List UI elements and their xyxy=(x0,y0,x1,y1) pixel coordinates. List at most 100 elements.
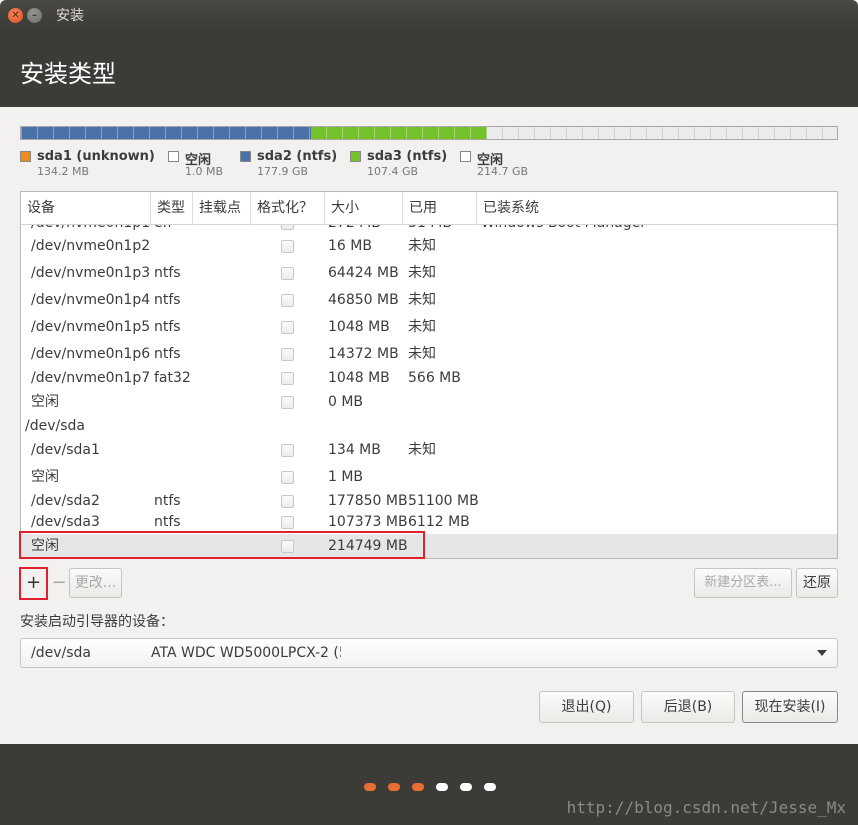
format-checkbox[interactable] xyxy=(281,495,294,508)
boot-device-value: /dev/sda xyxy=(31,645,91,661)
remove-partition-button[interactable]: − xyxy=(49,568,69,598)
cell-device: /dev/sda3 xyxy=(31,514,100,530)
column-header-used[interactable]: 已用 xyxy=(403,192,477,225)
table-row[interactable]: /dev/nvme0n1p3 ntfs 64424 MB 未知 xyxy=(21,261,837,285)
cell-size: 107373 MB xyxy=(328,514,408,530)
boot-device-select[interactable]: /dev/sda ATA WDC WD5000LPCX-2 (5( xyxy=(20,638,838,668)
cell-size: 1 MB xyxy=(328,469,364,485)
annotation-highlight-add-button xyxy=(19,567,48,600)
legend-swatch xyxy=(460,151,471,162)
cell-device: /dev/nvme0n1p4 xyxy=(31,292,151,308)
minimize-icon[interactable]: – xyxy=(27,7,42,23)
table-row[interactable]: /dev/nvme0n1p2 16 MB 未知 xyxy=(21,234,837,258)
close-icon[interactable]: ✕ xyxy=(8,7,23,23)
legend-swatch xyxy=(240,151,251,162)
change-partition-button[interactable]: 更改... xyxy=(69,568,122,598)
format-checkbox[interactable] xyxy=(281,516,294,529)
cell-used: 未知 xyxy=(408,442,436,458)
format-checkbox[interactable] xyxy=(281,471,294,484)
table-row[interactable]: /dev/nvme0n1p4 ntfs 46850 MB 未知 xyxy=(21,288,837,312)
table-body: /dev/nvme0n1p1 efi 272 MB 31 MB Windows … xyxy=(21,192,837,558)
format-checkbox[interactable] xyxy=(281,444,294,457)
progress-dot xyxy=(412,783,424,791)
table-header: 设备 类型 挂载点 格式化？ 大小 已用 已装系统 xyxy=(21,192,837,225)
cell-size: 1048 MB xyxy=(328,319,390,335)
cell-size: 64424 MB xyxy=(328,265,399,281)
new-partition-table-button[interactable]: 新建分区表... xyxy=(694,568,792,598)
window-title: 安装 xyxy=(56,8,84,24)
cell-size: 134 MB xyxy=(328,442,381,458)
table-row[interactable]: /dev/nvme0n1p6 ntfs 14372 MB 未知 xyxy=(21,342,837,366)
quit-button[interactable]: 退出(Q) xyxy=(539,691,634,723)
progress-dot xyxy=(364,783,376,791)
format-checkbox[interactable] xyxy=(281,372,294,385)
legend-size: 177.9 GB xyxy=(257,165,309,178)
format-checkbox[interactable] xyxy=(281,240,294,253)
column-header-device[interactable]: 设备 xyxy=(21,192,151,225)
cell-size: 214749 MB xyxy=(328,538,408,554)
cell-used: 566 MB xyxy=(408,370,461,386)
cell-device: /dev/sda1 xyxy=(31,442,100,458)
legend-size: 1.0 MB xyxy=(185,165,224,178)
cell-device: /dev/nvme0n1p2 xyxy=(31,238,151,254)
cell-type: ntfs xyxy=(154,514,181,530)
table-row[interactable]: 空闲 0 MB xyxy=(21,390,837,414)
partition-table[interactable]: 设备 类型 挂载点 格式化？ 大小 已用 已装系统 /dev/nvme0n1p1… xyxy=(20,191,838,559)
format-checkbox[interactable] xyxy=(281,321,294,334)
cell-device: /dev/nvme0n1p6 xyxy=(31,346,151,362)
boot-device-label: 安装启动引导器的设备： xyxy=(20,614,174,630)
partition-segment-sda2 xyxy=(22,127,312,139)
cell-device: /dev/nvme0n1p3 xyxy=(31,265,151,281)
column-header-system[interactable]: 已装系统 xyxy=(477,192,837,225)
cell-device: 空闲 xyxy=(31,394,59,410)
table-row[interactable]: /dev/sda3 ntfs 107373 MB 6112 MB xyxy=(21,510,837,534)
table-row[interactable]: 空闲 1 MB xyxy=(21,465,837,489)
cell-type: fat32 xyxy=(154,370,191,386)
progress-dot xyxy=(460,783,472,791)
column-header-mount[interactable]: 挂载点 xyxy=(193,192,251,225)
cell-size: 0 MB xyxy=(328,394,364,410)
legend-size: 214.7 GB xyxy=(477,165,529,178)
column-header-size[interactable]: 大小 xyxy=(325,192,403,225)
cell-device: /dev/nvme0n1p5 xyxy=(31,319,151,335)
table-row-selected[interactable]: 空闲 214749 MB xyxy=(21,534,837,558)
cell-used: 未知 xyxy=(408,292,436,308)
format-checkbox[interactable] xyxy=(281,348,294,361)
boot-device-model: ATA WDC WD5000LPCX-2 (5( xyxy=(151,645,341,661)
install-now-button[interactable]: 现在安装(I) xyxy=(742,691,838,723)
format-checkbox[interactable] xyxy=(281,540,294,553)
cell-size: 46850 MB xyxy=(328,292,399,308)
legend-swatch xyxy=(168,151,179,162)
table-row[interactable]: /dev/nvme0n1p5 ntfs 1048 MB 未知 xyxy=(21,315,837,339)
partition-bar xyxy=(20,126,838,140)
back-button[interactable]: 后退(B) xyxy=(641,691,735,723)
title-bar: ✕ – 安装 xyxy=(0,0,858,30)
cell-used: 未知 xyxy=(408,265,436,281)
cell-type: ntfs xyxy=(154,292,181,308)
cell-device: /dev/nvme0n1p7 xyxy=(31,370,151,386)
disk-group-row[interactable]: /dev/sda xyxy=(21,414,837,438)
table-row[interactable]: /dev/sda1 134 MB 未知 xyxy=(21,438,837,462)
page-header: 安装类型 xyxy=(0,30,858,107)
format-checkbox[interactable] xyxy=(281,267,294,280)
column-header-format[interactable]: 格式化？ xyxy=(251,192,325,225)
cell-size: 14372 MB xyxy=(328,346,399,362)
watermark-text: http://blog.csdn.net/Jesse_Mx xyxy=(566,798,846,817)
cell-device: 空闲 xyxy=(31,538,59,554)
cell-type: ntfs xyxy=(154,346,181,362)
revert-button[interactable]: 还原 xyxy=(796,568,838,598)
cell-used: 6112 MB xyxy=(408,514,470,530)
table-row[interactable]: /dev/nvme0n1p7 fat32 1048 MB 566 MB xyxy=(21,366,837,390)
footer: http://blog.csdn.net/Jesse_Mx xyxy=(0,744,858,825)
cell-used: 未知 xyxy=(408,346,436,362)
format-checkbox[interactable] xyxy=(281,294,294,307)
format-checkbox[interactable] xyxy=(281,396,294,409)
page-title: 安装类型 xyxy=(20,60,116,88)
cell-type: ntfs xyxy=(154,265,181,281)
cell-used: 未知 xyxy=(408,238,436,254)
cell-size: 1048 MB xyxy=(328,370,390,386)
column-header-type[interactable]: 类型 xyxy=(151,192,193,225)
disk-group-label: /dev/sda xyxy=(25,418,85,434)
cell-type: ntfs xyxy=(154,319,181,335)
legend-swatch xyxy=(20,151,31,162)
